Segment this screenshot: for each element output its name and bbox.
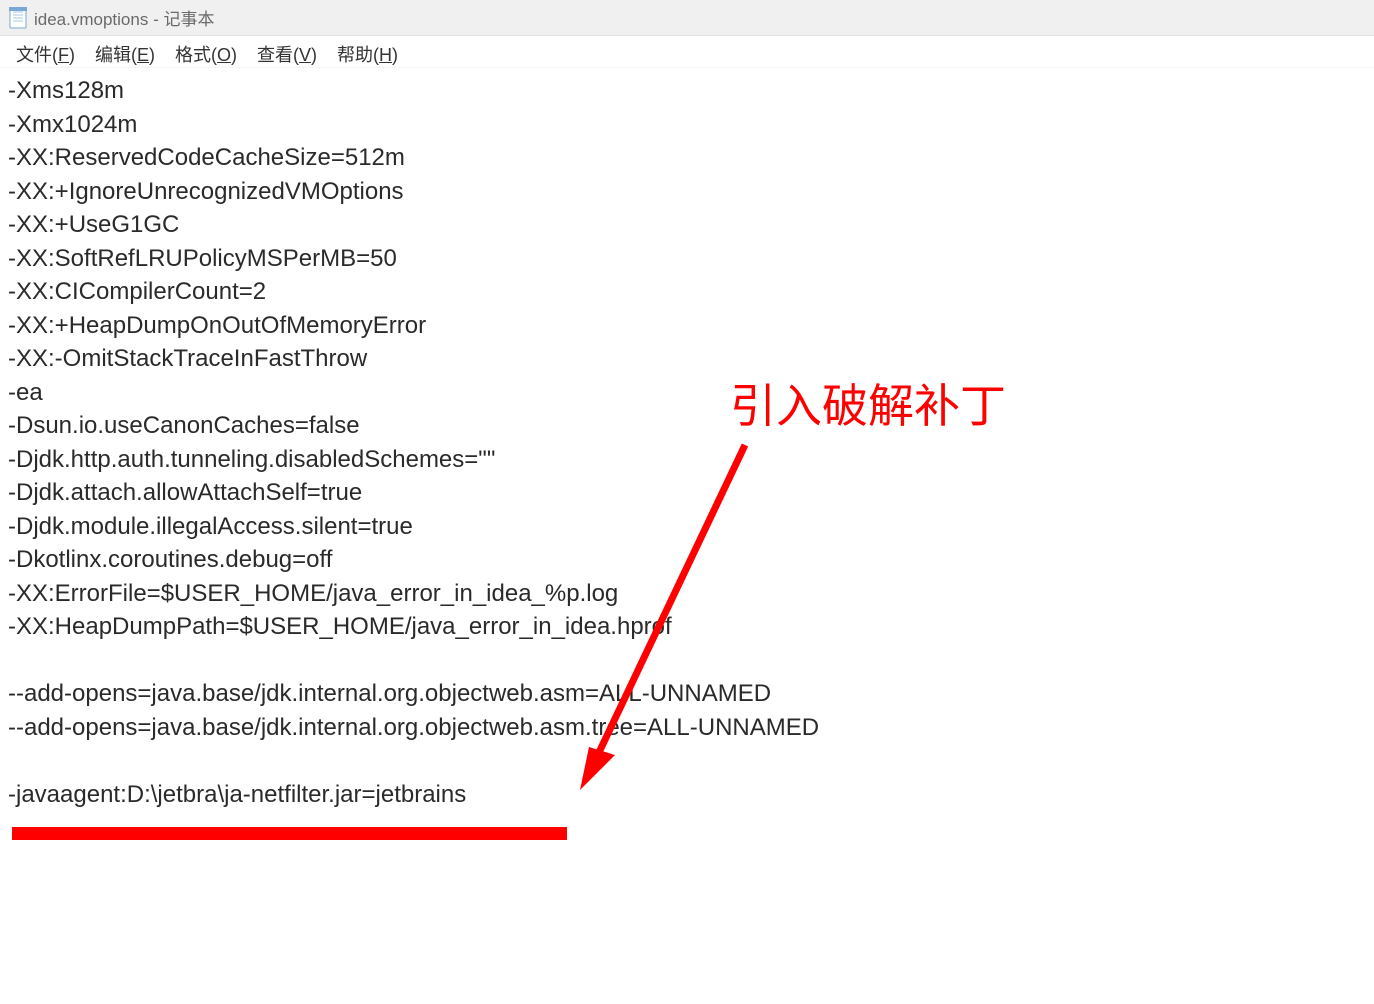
menu-view[interactable]: 查看(V)	[249, 39, 325, 69]
window-title: idea.vmoptions - 记事本	[34, 5, 214, 30]
menu-edit[interactable]: 编辑(E)	[87, 39, 163, 69]
annotation-label: 引入破解补丁	[730, 370, 1006, 436]
window-titlebar: idea.vmoptions - 记事本	[0, 0, 1374, 36]
menu-format[interactable]: 格式(O)	[167, 39, 245, 69]
annotation-underline	[12, 827, 567, 840]
notepad-icon	[8, 8, 28, 28]
menubar: 文件(F) 编辑(E) 格式(O) 查看(V) 帮助(H)	[0, 36, 1374, 68]
menu-help[interactable]: 帮助(H)	[329, 39, 406, 69]
text-content[interactable]: -Xms128m -Xmx1024m -XX:ReservedCodeCache…	[0, 68, 1374, 817]
menu-file[interactable]: 文件(F)	[8, 39, 83, 69]
